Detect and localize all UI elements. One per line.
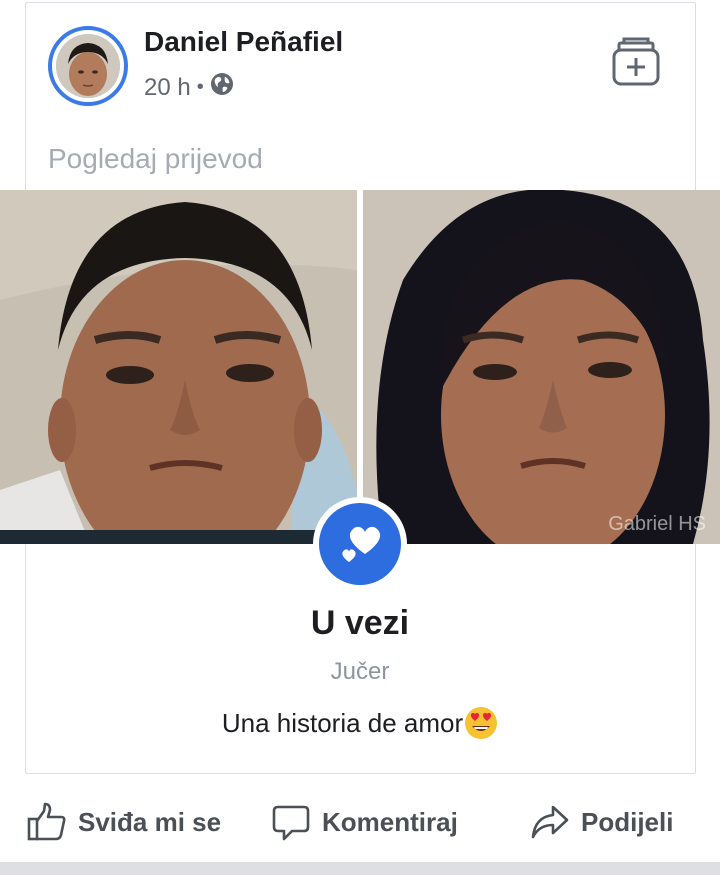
life-event-caption: Una historia de amor xyxy=(221,707,464,738)
post-meta: 20 h • xyxy=(144,72,234,103)
meta-separator: • xyxy=(196,76,204,98)
life-event-date: Jučer xyxy=(330,658,390,685)
author-name[interactable]: Daniel Peñafiel xyxy=(144,26,343,58)
post-time[interactable]: 20 h xyxy=(144,74,191,102)
comment-label: Komentiraj xyxy=(322,806,458,837)
comment-button[interactable]: Komentiraj xyxy=(270,790,458,854)
see-translation-link[interactable]: Pogledaj prijevod xyxy=(48,143,263,175)
share-arrow-icon xyxy=(531,805,569,839)
life-event-title: U vezi xyxy=(310,604,410,642)
photo-watermark: Gabriel HS xyxy=(608,513,706,535)
thumbs-up-icon xyxy=(27,802,66,841)
share-button[interactable]: Podijeli xyxy=(529,790,673,854)
like-button[interactable]: Sviđa mi se xyxy=(26,790,221,854)
photo-left[interactable] xyxy=(0,190,357,544)
author-avatar[interactable] xyxy=(48,26,128,106)
life-event-badge xyxy=(313,497,407,591)
add-collection-icon[interactable] xyxy=(610,36,662,88)
comment-bubble-icon xyxy=(272,805,310,841)
feed-divider xyxy=(0,862,720,875)
life-event-text: Una historia de amor xyxy=(0,706,720,740)
heart-eyes-emoji-icon xyxy=(464,706,498,740)
share-label: Podijeli xyxy=(581,806,674,837)
like-label: Sviđa mi se xyxy=(78,806,222,837)
photo-right[interactable]: Gabriel HS xyxy=(363,190,720,544)
globe-icon xyxy=(210,72,234,103)
post-actions: Sviđa mi se Komentiraj Podijeli xyxy=(0,790,720,854)
hearts-icon xyxy=(319,503,401,585)
